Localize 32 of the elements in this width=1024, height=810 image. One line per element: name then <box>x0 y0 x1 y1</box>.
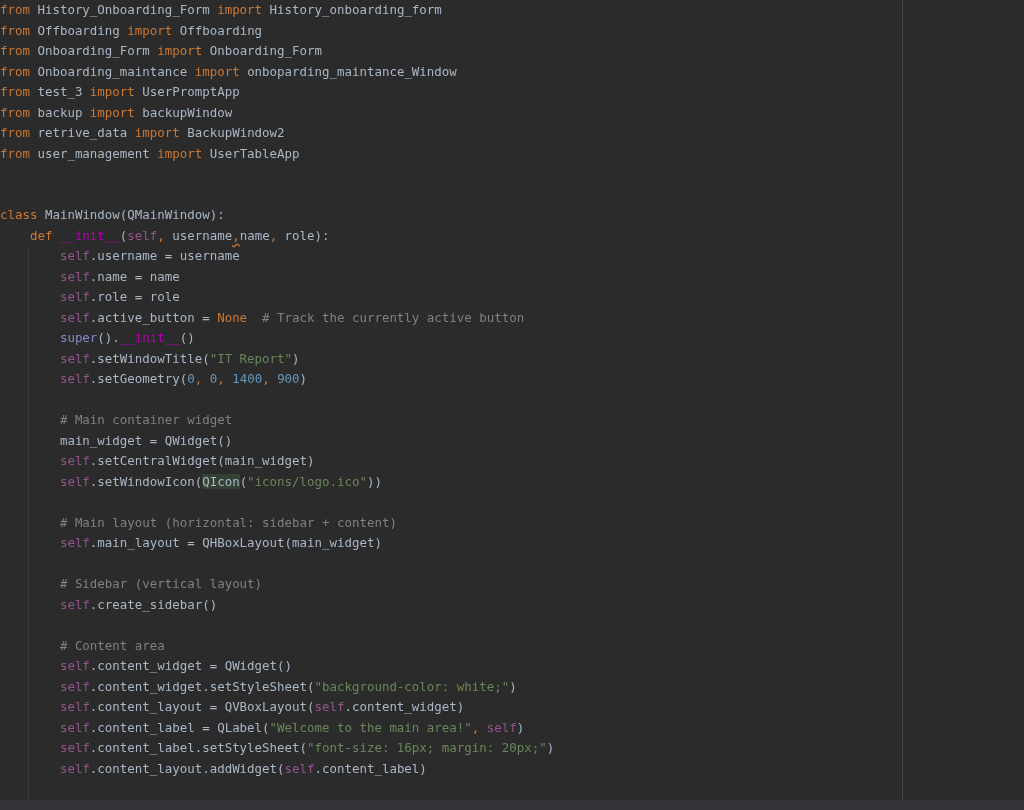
code-line: self.name = name <box>58 267 180 286</box>
code-line: self.content_layout.addWidget(self.content_label) <box>58 759 427 778</box>
code-line: self.username = username <box>58 247 240 265</box>
code-line: from test_3 import UserPromptApp <box>0 83 240 101</box>
code-line: self.setCentralWidget(main_widget) <box>58 452 315 470</box>
code-line: from Offboarding import Offboarding <box>0 21 263 40</box>
code-line: self.create_sidebar() <box>58 595 218 614</box>
code-line: from Onboarding_maintance import onboparding_maintance_Window <box>0 62 457 81</box>
code-line: def __init__(self, username,name, role): <box>28 226 330 245</box>
code-line: from History_Onboarding_Form import History_onboarding_form <box>0 1 442 19</box>
code-line: self.active_button = None # Track the currently active button <box>58 308 525 327</box>
code-line: self.setWindowTitle("IT Report") <box>58 349 300 368</box>
code-line: self.main_layout = QHBoxLayout(main_widget) <box>58 534 382 552</box>
code-line: self.content_label.setStyleSheet("font-size: 16px; margin: 20px;") <box>58 739 555 757</box>
code-line: self.content_layout = QVBoxLayout(self.content_widget) <box>58 698 465 716</box>
code-line: super().__init__() <box>58 329 195 347</box>
code-line: from backup import backupWindow <box>0 103 233 122</box>
code-line: self.content_widget.setStyleSheet("background-color: white;") <box>58 677 517 696</box>
code-line: from retrive_data import BackupWindow2 <box>0 124 285 142</box>
code-line: self.setGeometry(0, 0, 1400, 900) <box>58 370 308 388</box>
code-line: # Content area <box>58 636 165 655</box>
code-line: class MainWindow(QMainWindow): <box>0 206 225 224</box>
code-line: self.role = role <box>58 288 180 306</box>
code-line: self.content_label = QLabel("Welcome to the main area!", self) <box>58 718 525 737</box>
code-line: # Sidebar (vertical layout) <box>58 575 263 593</box>
code-line: from Onboarding_Form import Onboarding_Form <box>0 42 322 60</box>
code-line: main_widget = QWidget() <box>58 431 233 450</box>
code-line: # Main layout (horizontal: sidebar + content) <box>58 513 397 532</box>
code-line: self.setWindowIcon(QIcon("icons/logo.ico")) <box>58 472 382 491</box>
code-line: # Main container widget <box>58 411 233 429</box>
code-line: from user_management import UserTableApp <box>0 144 300 163</box>
code-line: self.content_widget = QWidget() <box>58 657 293 675</box>
